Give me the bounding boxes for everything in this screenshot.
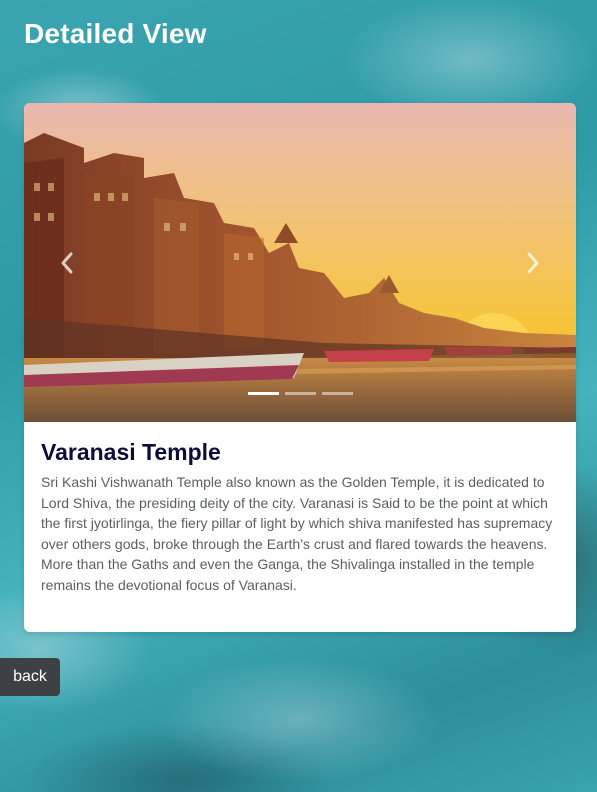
card-body: Varanasi Temple Sri Kashi Vishwanath Tem… — [24, 422, 576, 595]
carousel-slide-image — [24, 103, 576, 422]
chevron-right-icon — [527, 252, 539, 274]
carousel-indicator-3[interactable] — [321, 392, 353, 395]
card-title: Varanasi Temple — [41, 439, 221, 465]
carousel-indicator-1[interactable] — [247, 392, 279, 395]
carousel-indicator-2[interactable] — [284, 392, 316, 395]
image-carousel[interactable] — [24, 103, 576, 422]
chevron-left-icon — [61, 252, 73, 274]
carousel-prev-button[interactable] — [52, 248, 82, 278]
card-description: Sri Kashi Vishwanath Temple also known a… — [41, 474, 553, 593]
detail-card: Varanasi Temple Sri Kashi Vishwanath Tem… — [24, 103, 576, 632]
carousel-indicators — [24, 392, 576, 395]
page-title: Detailed View — [24, 18, 207, 49]
back-button[interactable]: back — [0, 658, 60, 696]
carousel-next-button[interactable] — [518, 248, 548, 278]
